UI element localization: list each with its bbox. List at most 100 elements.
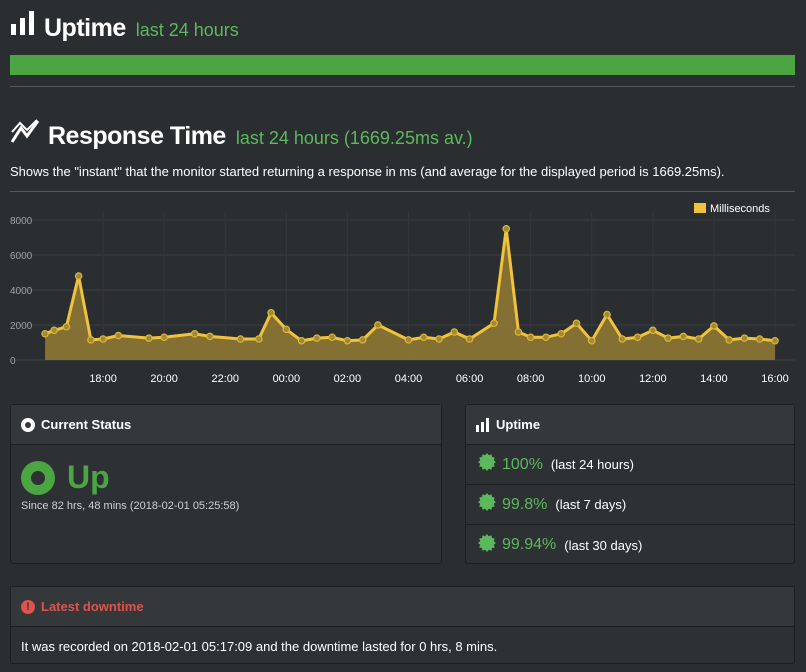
data-point — [419, 333, 428, 342]
data-point — [282, 325, 291, 334]
exclamation-circle-icon: ! — [21, 599, 35, 614]
uptime-panel: Uptime 100% (last 24 hours) 99.8% (last … — [465, 404, 795, 564]
dot-circle-icon — [21, 417, 35, 432]
x-tick-label: 06:00 — [456, 373, 484, 385]
data-point — [99, 335, 107, 343]
y-tick-label: 6000 — [10, 251, 33, 262]
x-tick-label: 18:00 — [89, 373, 117, 385]
uptime-title: Uptime — [44, 14, 126, 42]
data-point — [50, 326, 59, 335]
data-point — [190, 329, 199, 338]
y-tick-label: 4000 — [10, 286, 33, 297]
x-tick-label: 20:00 — [150, 373, 178, 385]
status-since: Since 82 hrs, 48 mins (2018-02-01 05:25:… — [21, 500, 240, 512]
data-point — [603, 310, 611, 319]
data-point — [450, 328, 459, 336]
x-tick-label: 04:00 — [395, 373, 423, 385]
uptime-subtitle: last 24 hours — [135, 20, 239, 40]
current-status-header: Current Status — [11, 405, 441, 445]
data-point — [343, 336, 352, 345]
uptime-row: 100% (last 24 hours) — [466, 445, 794, 485]
data-point — [572, 319, 581, 328]
data-point — [490, 319, 498, 328]
data-point — [435, 335, 443, 343]
x-tick-label: 12:00 — [639, 373, 667, 385]
data-point — [755, 335, 764, 343]
data-point — [145, 334, 153, 342]
x-tick-label: 10:00 — [578, 373, 606, 385]
uptime-panel-header: Uptime — [466, 405, 794, 445]
x-tick-label: 16:00 — [761, 373, 789, 385]
data-point — [694, 335, 703, 343]
data-point — [587, 336, 596, 345]
data-point — [502, 224, 511, 233]
data-point — [74, 272, 83, 280]
series-line — [44, 227, 776, 343]
uptime-value: 99.94% — [502, 536, 557, 553]
uptime-period: (last 24 hours) — [550, 457, 635, 472]
data-point — [328, 333, 336, 342]
data-point — [41, 329, 49, 338]
data-point — [740, 334, 749, 342]
badge-certificate-icon — [478, 533, 496, 557]
current-status-title: Current Status — [41, 417, 132, 432]
uptime-header: Uptime last 24 hours — [10, 10, 239, 43]
data-point — [236, 335, 245, 343]
data-point — [62, 322, 71, 331]
badge-certificate-icon — [478, 493, 496, 516]
response-time-chart: 0 2000 4000 6000 8000 18:00 20:00 22:00 00:00 02:… — [10, 203, 795, 385]
divider — [10, 86, 795, 87]
line-chart-icon — [10, 118, 40, 149]
data-point — [542, 333, 550, 342]
status-up-icon — [21, 460, 55, 495]
y-tick-label: 2000 — [10, 321, 33, 332]
uptime-value: 99.8% — [502, 495, 548, 513]
data-point — [618, 335, 627, 343]
badge-certificate-icon — [478, 453, 496, 476]
y-tick-label: 8000 — [10, 216, 33, 227]
current-status-panel: Current Status Up Since 82 hrs, 48 mins … — [10, 404, 442, 564]
data-point — [514, 328, 523, 336]
uptime-panel-title: Uptime — [496, 417, 541, 432]
uptime-value: 100% — [502, 455, 543, 473]
data-point — [160, 333, 168, 342]
uptime-period: (last 30 days) — [564, 537, 643, 553]
data-point — [771, 336, 779, 345]
latest-downtime-title: Latest downtime — [41, 599, 144, 614]
status-text: Up — [67, 459, 110, 495]
data-point — [374, 321, 382, 329]
x-tick-label: 02:00 — [334, 373, 362, 385]
data-point — [255, 335, 263, 343]
data-point — [358, 336, 367, 344]
x-tick-label: 14:00 — [700, 373, 728, 385]
data-point — [465, 335, 474, 343]
data-point — [710, 322, 718, 330]
data-point — [725, 336, 733, 344]
uptime-row: 99.94% (last 30 days) — [466, 525, 794, 565]
data-point — [664, 334, 672, 342]
response-time-header: Response Time last 24 hours (1669.25ms a… — [10, 118, 473, 151]
bar-chart-icon — [476, 417, 490, 432]
y-tick-label: 0 — [10, 356, 16, 367]
uptime-period: (last 7 days) — [555, 497, 627, 512]
data-point — [649, 326, 657, 335]
latest-downtime-panel: ! Latest downtime It was recorded on 201… — [10, 586, 795, 664]
x-tick-label: 22:00 — [211, 373, 239, 385]
x-tick-label: 00:00 — [273, 373, 301, 385]
x-tick-label: 08:00 — [517, 373, 545, 385]
data-point — [114, 331, 123, 340]
data-point — [297, 336, 306, 345]
latest-downtime-text: It was recorded on 2018-02-01 05:17:09 a… — [21, 639, 498, 654]
data-point — [633, 333, 642, 342]
divider — [10, 191, 795, 192]
response-time-description: Shows the "instant" that the monitor sta… — [10, 164, 725, 179]
latest-downtime-header: ! Latest downtime — [11, 587, 794, 627]
data-point — [557, 329, 566, 338]
data-point — [267, 308, 275, 317]
data-point — [87, 336, 95, 344]
response-time-subtitle: last 24 hours (1669.25ms av.) — [235, 128, 473, 148]
uptime-row: 99.8% (last 7 days) — [466, 485, 794, 525]
data-point — [526, 333, 535, 342]
legend-label: Milliseconds — [710, 203, 770, 215]
data-point — [206, 332, 214, 341]
